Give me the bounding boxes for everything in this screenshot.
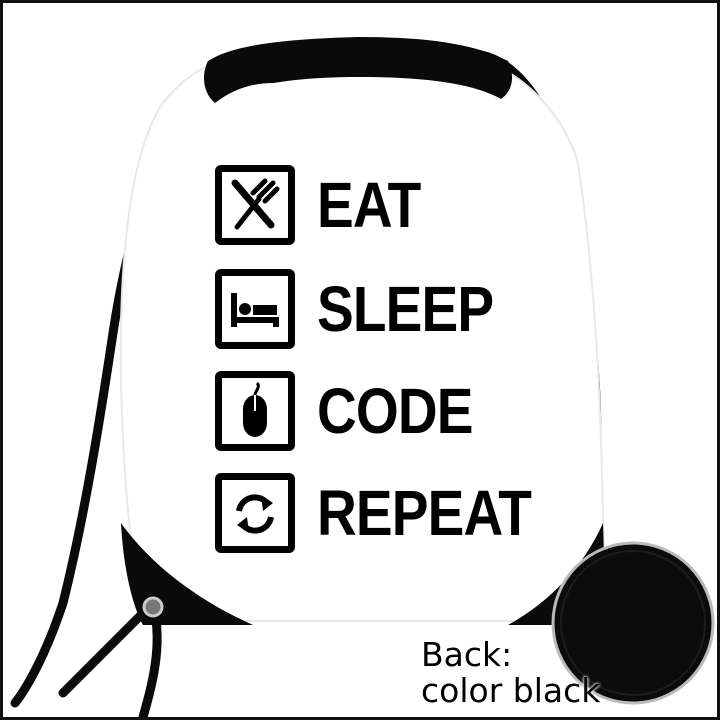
print-row-sleep: SLEEP	[215, 261, 522, 357]
print-word-code: CODE	[317, 375, 473, 447]
fork-knife-icon	[215, 165, 295, 245]
mouse-icon	[215, 371, 295, 451]
print-word-sleep: SLEEP	[317, 273, 494, 345]
caption-line-2: color black	[421, 671, 601, 710]
print-row-code: CODE	[215, 363, 498, 459]
bed-icon	[215, 269, 295, 349]
product-image-frame: EAT SLEEP CODE REPEAT Back: color black	[0, 0, 720, 720]
drawstring-bag	[10, 37, 715, 717]
grommet	[142, 596, 164, 618]
caption-line-1: Back:	[421, 635, 513, 674]
print-row-eat: EAT	[215, 157, 437, 253]
print-word-eat: EAT	[317, 169, 421, 241]
back-color-caption: Back: color black	[421, 637, 600, 709]
print-word-repeat: REPEAT	[317, 477, 532, 549]
print-row-repeat: REPEAT	[215, 465, 566, 561]
refresh-arrows-icon	[215, 473, 295, 553]
